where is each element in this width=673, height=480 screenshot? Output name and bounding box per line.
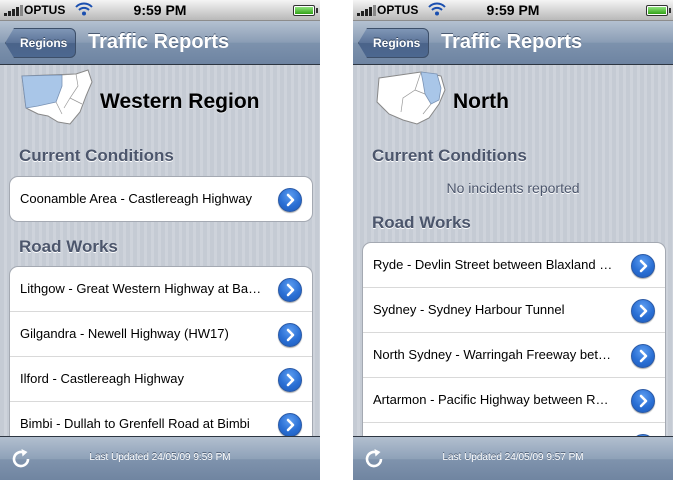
navigation-bar: Regions Traffic Reports	[353, 21, 673, 65]
current-conditions-list: Coonamble Area - Castlereagh Highway	[9, 176, 313, 222]
chevron-right-circle-icon[interactable]	[278, 188, 302, 212]
list-item[interactable]: Ryde - Devlin Street between Blaxland Ro…	[363, 243, 665, 288]
chevron-right-circle-icon[interactable]	[278, 323, 302, 347]
chevron-right-circle-icon[interactable]	[278, 368, 302, 392]
phone-screen-western: OPTUS 9:59 PM Regions Traffic Reports We…	[0, 0, 320, 480]
bottom-toolbar: Last Updated 24/05/09 9:59 PM	[0, 436, 320, 480]
chevron-right-circle-icon[interactable]	[631, 254, 655, 278]
list-item[interactable]: Sydney - Sydney Harbour Tunnel	[363, 288, 665, 333]
chevron-right-circle-icon[interactable]	[278, 278, 302, 302]
status-bar: OPTUS 9:59 PM	[0, 0, 320, 21]
current-conditions-heading: Current Conditions	[372, 146, 527, 165]
status-time: 9:59 PM	[486, 2, 540, 18]
chevron-right-circle-icon[interactable]	[631, 344, 655, 368]
region-name: Western Region	[100, 90, 260, 113]
bottom-toolbar: Last Updated 24/05/09 9:57 PM	[353, 436, 673, 480]
navigation-bar: Regions Traffic Reports	[0, 21, 320, 65]
page-title: Traffic Reports	[441, 31, 583, 53]
region-name: North	[453, 90, 509, 113]
last-updated-label: Last Updated 24/05/09 9:57 PM	[442, 452, 584, 463]
chevron-right-circle-icon[interactable]	[631, 389, 655, 413]
list-item-label: North Sydney - Warringah Freeway between	[373, 347, 615, 362]
no-incidents-message: No incidents reported	[446, 180, 580, 196]
list-item-label: Ryde - Devlin Street between Blaxland Ro…	[373, 257, 615, 272]
nsw-region-map-icon	[376, 71, 446, 125]
list-item-label: Ilford - Castlereagh Highway	[20, 371, 185, 386]
list-item[interactable]: Gilgandra - Newell Highway (HW17)	[10, 312, 312, 357]
status-time: 9:59 PM	[133, 2, 187, 18]
list-item-label: Lithgow - Great Western Highway at Bathu…	[20, 281, 262, 296]
region-header: North	[353, 64, 673, 134]
regions-back-button[interactable]: Regions	[358, 28, 430, 58]
road-works-heading: Road Works	[19, 237, 118, 256]
chevron-right-circle-icon[interactable]	[278, 413, 302, 437]
region-header: Western Region	[0, 64, 320, 134]
list-item[interactable]: Ilford - Castlereagh Highway	[10, 357, 312, 402]
last-updated-label: Last Updated 24/05/09 9:59 PM	[89, 452, 231, 463]
nsw-region-map-icon	[21, 69, 93, 125]
list-item[interactable]: Lithgow - Great Western Highway at Bathu…	[10, 267, 312, 312]
chevron-right-circle-icon[interactable]	[631, 299, 655, 323]
current-conditions-heading: Current Conditions	[19, 146, 174, 165]
road-works-heading: Road Works	[372, 213, 471, 232]
list-item-label: Artarmon - Pacific Highway between Reser…	[373, 392, 615, 407]
road-works-list: Ryde - Devlin Street between Blaxland Ro…	[362, 242, 666, 467]
list-item-label: Sydney - Sydney Harbour Tunnel	[373, 302, 565, 317]
list-item[interactable]: Coonamble Area - Castlereagh Highway	[10, 177, 312, 221]
battery-icon	[646, 5, 671, 16]
list-item-label: Gilgandra - Newell Highway (HW17)	[20, 326, 229, 341]
phone-screen-north: OPTUS 9:59 PM Regions Traffic Reports No…	[353, 0, 673, 480]
battery-icon	[293, 5, 318, 16]
regions-back-button[interactable]: Regions	[5, 28, 77, 58]
page-title: Traffic Reports	[88, 31, 230, 53]
list-item-label: Coonamble Area - Castlereagh Highway	[20, 191, 252, 206]
list-item[interactable]: North Sydney - Warringah Freeway between	[363, 333, 665, 378]
status-bar: OPTUS 9:59 PM	[353, 0, 673, 21]
list-item[interactable]: Artarmon - Pacific Highway between Reser…	[363, 378, 665, 423]
